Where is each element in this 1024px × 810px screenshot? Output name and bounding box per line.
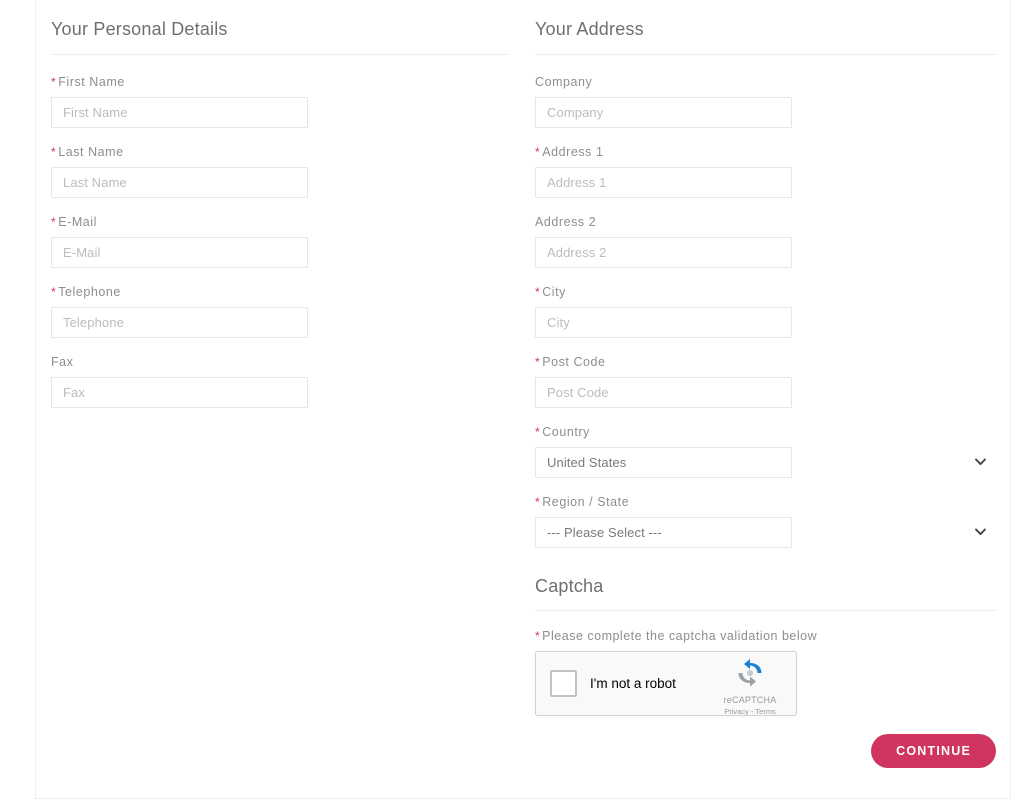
recaptcha-logo-icon <box>713 658 787 695</box>
field-group-company: Company <box>535 75 997 128</box>
label-email: * E-Mail <box>51 215 509 230</box>
recaptcha-widget[interactable]: I'm not a robot reCAPTCHA Privacy - Term… <box>535 651 797 717</box>
recaptcha-checkbox-label: I'm not a robot <box>590 676 676 692</box>
field-group-email: * E-Mail <box>51 215 509 268</box>
field-group-firstname: * First Name <box>51 75 509 128</box>
label-postcode: * Post Code <box>535 355 997 370</box>
label-text-country: Country <box>542 424 590 439</box>
label-text-firstname: First Name <box>58 74 125 89</box>
label-text-postcode: Post Code <box>542 354 606 369</box>
email-input[interactable] <box>51 236 308 268</box>
region-select-wrap: --- Please Select --- <box>535 516 997 548</box>
captcha-legend: Captcha <box>535 576 997 612</box>
country-select-wrap: United States <box>535 446 997 478</box>
chevron-down-icon <box>975 528 986 536</box>
country-select[interactable]: United States <box>535 446 792 478</box>
label-fax: Fax <box>51 355 509 370</box>
label-text-email: E-Mail <box>58 214 97 229</box>
label-region: * Region / State <box>535 495 997 510</box>
label-text-company: Company <box>535 74 593 89</box>
field-group-lastname: * Last Name <box>51 145 509 198</box>
label-address2: Address 2 <box>535 215 997 230</box>
lastname-input[interactable] <box>51 166 308 198</box>
label-text-city: City <box>542 284 566 299</box>
recaptcha-brand-name: reCAPTCHA <box>723 695 777 706</box>
required-asterisk: * <box>51 284 57 299</box>
label-text-lastname: Last Name <box>58 144 124 159</box>
captcha-note: * Please complete the captcha validation … <box>535 629 997 643</box>
personal-details-column: Your Personal Details *First Name *Last … <box>51 0 509 408</box>
recaptcha-privacy-terms-links[interactable]: Privacy - Terms <box>713 707 787 716</box>
required-asterisk: * <box>51 214 57 229</box>
field-group-city: * City <box>535 285 997 338</box>
field-group-address1: * Address 1 <box>535 145 997 198</box>
label-text-fax: Fax <box>51 354 74 369</box>
label-city: * City <box>535 285 997 300</box>
fax-input[interactable] <box>51 376 308 408</box>
recaptcha-branding: reCAPTCHA Privacy - Terms <box>713 658 787 716</box>
region-select[interactable]: --- Please Select --- <box>535 516 792 548</box>
field-group-postcode: * Post Code <box>535 355 997 408</box>
label-telephone: * Telephone <box>51 285 509 300</box>
field-group-address2: Address 2 <box>535 215 997 268</box>
city-input[interactable] <box>535 306 792 338</box>
personal-details-legend: Your Personal Details <box>51 19 509 55</box>
label-text-address1: Address 1 <box>542 144 604 159</box>
address1-input[interactable] <box>535 166 792 198</box>
recaptcha-checkbox[interactable] <box>550 670 577 698</box>
captcha-note-text: Please complete the captcha validation b… <box>542 629 818 644</box>
required-asterisk: * <box>535 354 541 369</box>
label-country: * Country <box>535 425 997 440</box>
address-legend: Your Address <box>535 19 997 55</box>
checkout-form-card: Your Personal Details *First Name *Last … <box>35 0 1011 799</box>
telephone-input[interactable] <box>51 306 308 338</box>
label-firstname: * First Name <box>51 75 509 90</box>
postcode-input[interactable] <box>535 376 792 408</box>
field-group-country: * Country United States <box>535 425 997 478</box>
label-address1: * Address 1 <box>535 145 997 160</box>
continue-button[interactable]: Continue <box>871 733 996 768</box>
required-asterisk: * <box>535 494 541 509</box>
required-asterisk: * <box>535 144 541 159</box>
field-group-telephone: * Telephone <box>51 285 509 338</box>
field-group-region: * Region / State --- Please Select --- <box>535 495 997 548</box>
form-columns: Your Personal Details *First Name *Last … <box>36 0 1010 798</box>
required-asterisk: * <box>535 629 541 644</box>
firstname-input[interactable] <box>51 96 308 128</box>
address-column: Your Address Company *Address 1 Address <box>535 0 997 717</box>
checkout-page: Your Personal Details *First Name *Last … <box>0 0 1024 810</box>
required-asterisk: * <box>51 144 57 159</box>
address2-input[interactable] <box>535 236 792 268</box>
required-asterisk: * <box>51 74 57 89</box>
label-text-address2: Address 2 <box>535 214 597 229</box>
label-text-region: Region / State <box>542 494 630 509</box>
label-text-telephone: Telephone <box>58 284 121 299</box>
required-asterisk: * <box>535 284 541 299</box>
required-asterisk: * <box>535 424 541 439</box>
form-footer: Continue <box>871 733 996 768</box>
field-group-fax: Fax <box>51 355 509 408</box>
chevron-down-icon <box>975 458 986 466</box>
company-input[interactable] <box>535 96 792 128</box>
label-company: Company <box>535 75 997 90</box>
label-lastname: * Last Name <box>51 145 509 160</box>
